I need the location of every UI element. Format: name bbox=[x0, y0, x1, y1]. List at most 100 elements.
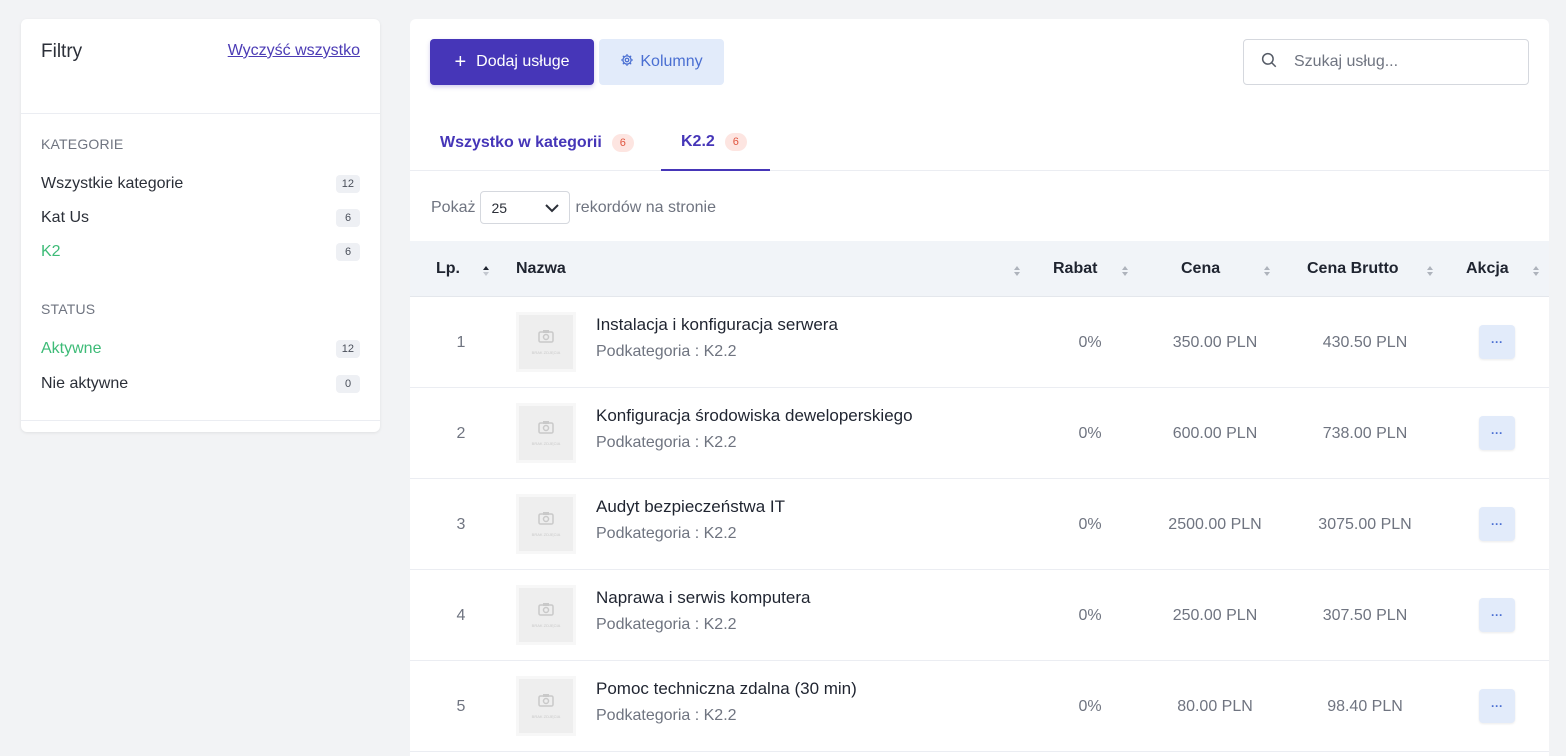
status-item-inactive[interactable]: Nie aktywne 0 bbox=[41, 372, 360, 396]
more-dots-icon: ··· bbox=[1491, 426, 1503, 440]
row-number: 3 bbox=[456, 515, 466, 533]
tab-k2-2[interactable]: K2.2 6 bbox=[661, 114, 770, 171]
service-name-cell: Konfiguracja środowiska deweloperskiego … bbox=[596, 406, 913, 452]
column-header-akcja[interactable]: Akcja bbox=[1466, 241, 1509, 297]
category-label: Wszystkie kategorie bbox=[41, 175, 184, 192]
service-name[interactable]: Audyt bezpieczeństwa IT bbox=[596, 497, 785, 517]
service-subcategory: Podkategoria : K2.2 bbox=[596, 434, 737, 451]
count-badge: 0 bbox=[336, 375, 360, 393]
row-number: 5 bbox=[456, 697, 466, 715]
search-icon bbox=[1260, 51, 1278, 74]
status-item-active[interactable]: Aktywne 12 bbox=[41, 337, 360, 361]
service-thumbnail: BRAK ZDJĘCIA bbox=[516, 676, 576, 736]
header-label: Cena Brutto bbox=[1307, 260, 1399, 277]
column-header-rabat[interactable]: Rabat bbox=[1053, 241, 1097, 297]
service-name-cell: Instalacja i konfiguracja serwera Podkat… bbox=[596, 315, 838, 361]
service-subcategory: Podkategoria : K2.2 bbox=[596, 707, 737, 724]
clear-all-link[interactable]: Wyczyść wszystko bbox=[228, 42, 360, 60]
gross-price-value: 98.40 PLN bbox=[1327, 697, 1403, 715]
page-size-prefix: Pokaż bbox=[431, 198, 476, 216]
service-name-cell: Pomoc techniczna zdalna (30 min) Podkate… bbox=[596, 679, 857, 725]
no-image-text: BRAK ZDJĘCIA bbox=[531, 350, 561, 355]
sort-icon[interactable] bbox=[1263, 265, 1271, 277]
sort-icon[interactable] bbox=[1013, 265, 1021, 277]
service-subcategory: Podkategoria : K2.2 bbox=[596, 616, 737, 633]
column-header-lp[interactable]: Lp. bbox=[436, 241, 460, 297]
service-thumbnail: BRAK ZDJĘCIA bbox=[516, 312, 576, 372]
service-name[interactable]: Naprawa i serwis komputera bbox=[596, 588, 810, 608]
sort-icon[interactable] bbox=[1121, 265, 1129, 277]
category-item-k2[interactable]: K2 6 bbox=[41, 240, 360, 264]
service-subcategory: Podkategoria : K2.2 bbox=[596, 343, 737, 360]
more-dots-icon: ··· bbox=[1491, 608, 1503, 622]
page-size-select[interactable]: 25 bbox=[480, 191, 571, 224]
search-input[interactable] bbox=[1294, 53, 1514, 71]
row-actions-button[interactable]: ··· bbox=[1479, 416, 1515, 450]
tab-all-in-category[interactable]: Wszystko w kategorii 6 bbox=[440, 114, 634, 171]
more-dots-icon: ··· bbox=[1491, 335, 1503, 349]
discount-value: 0% bbox=[1078, 697, 1102, 715]
header-label: Rabat bbox=[1053, 260, 1098, 277]
header-label: Cena bbox=[1181, 260, 1221, 277]
page-size-value: 25 bbox=[491, 199, 508, 216]
search-box[interactable] bbox=[1243, 39, 1529, 85]
camera-icon bbox=[538, 420, 554, 439]
header-label: Lp. bbox=[436, 260, 460, 277]
category-item-kat-us[interactable]: Kat Us 6 bbox=[41, 206, 360, 230]
columns-button[interactable]: Kolumny bbox=[599, 39, 724, 85]
service-name[interactable]: Pomoc techniczna zdalna (30 min) bbox=[596, 679, 857, 699]
tab-count-badge: 6 bbox=[611, 133, 634, 152]
service-name[interactable]: Konfiguracja środowiska deweloperskiego bbox=[596, 406, 913, 426]
no-image-text: BRAK ZDJĘCIA bbox=[531, 532, 561, 537]
status-section-label: STATUS bbox=[41, 301, 96, 317]
discount-value: 0% bbox=[1078, 424, 1102, 442]
add-service-button[interactable]: + Dodaj usługe bbox=[430, 39, 594, 85]
service-name-cell: Naprawa i serwis komputera Podkategoria … bbox=[596, 588, 810, 634]
row-actions-button[interactable]: ··· bbox=[1479, 689, 1515, 723]
price-value: 350.00 PLN bbox=[1172, 333, 1258, 351]
plus-icon: + bbox=[454, 51, 467, 73]
price-value: 2500.00 PLN bbox=[1168, 515, 1262, 533]
categories-section-label: KATEGORIE bbox=[41, 136, 124, 152]
discount-value: 0% bbox=[1078, 515, 1102, 533]
service-name-cell: Audyt bezpieczeństwa IT Podkategoria : K… bbox=[596, 497, 785, 543]
sort-icon[interactable] bbox=[1532, 265, 1540, 277]
row-actions-button[interactable]: ··· bbox=[1479, 325, 1515, 359]
tab-label: Wszystko w kategorii bbox=[440, 133, 602, 151]
header-label: Akcja bbox=[1466, 260, 1509, 277]
row-number: 4 bbox=[456, 606, 466, 624]
category-item-all[interactable]: Wszystkie kategorie 12 bbox=[41, 172, 360, 196]
more-dots-icon: ··· bbox=[1491, 517, 1503, 531]
count-badge: 6 bbox=[336, 209, 360, 227]
add-service-label: Dodaj usługe bbox=[476, 53, 570, 70]
service-thumbnail: BRAK ZDJĘCIA bbox=[516, 494, 576, 554]
category-label: K2 bbox=[41, 243, 61, 260]
table-header: Lp. Nazwa Rabat Cena Cena Brutto Akcja bbox=[410, 241, 1549, 297]
count-badge: 12 bbox=[335, 340, 360, 358]
filters-panel: Filtry Wyczyść wszystko KATEGORIE Wszyst… bbox=[21, 19, 380, 432]
camera-icon bbox=[538, 329, 554, 348]
page-size-control: Pokaż 25 rekordów na stronie bbox=[431, 191, 716, 224]
column-header-name[interactable]: Nazwa bbox=[516, 241, 566, 297]
discount-value: 0% bbox=[1078, 606, 1102, 624]
columns-label: Kolumny bbox=[640, 53, 703, 70]
sort-icon[interactable] bbox=[1426, 265, 1434, 277]
row-actions-button[interactable]: ··· bbox=[1479, 598, 1515, 632]
header-label: Nazwa bbox=[516, 260, 566, 277]
gross-price-value: 738.00 PLN bbox=[1322, 424, 1408, 442]
camera-icon bbox=[538, 693, 554, 712]
column-header-brutto[interactable]: Cena Brutto bbox=[1307, 241, 1399, 297]
column-header-cena[interactable]: Cena bbox=[1181, 241, 1220, 297]
row-number: 2 bbox=[456, 424, 466, 442]
row-actions-button[interactable]: ··· bbox=[1479, 507, 1515, 541]
table-row: 3 BRAK ZDJĘCIA Audyt bezpieczeństwa IT P… bbox=[410, 479, 1549, 570]
divider bbox=[21, 420, 380, 421]
filters-header: Filtry Wyczyść wszystko bbox=[21, 19, 380, 114]
service-name[interactable]: Instalacja i konfiguracja serwera bbox=[596, 315, 838, 335]
gross-price-value: 430.50 PLN bbox=[1322, 333, 1408, 351]
count-badge: 6 bbox=[336, 243, 360, 261]
sort-asc-icon[interactable] bbox=[482, 265, 490, 277]
table-row: 4 BRAK ZDJĘCIA Naprawa i serwis komputer… bbox=[410, 570, 1549, 661]
table-row: 2 BRAK ZDJĘCIA Konfiguracja środowiska d… bbox=[410, 388, 1549, 479]
table-row: 5 BRAK ZDJĘCIA Pomoc techniczna zdalna (… bbox=[410, 661, 1549, 752]
